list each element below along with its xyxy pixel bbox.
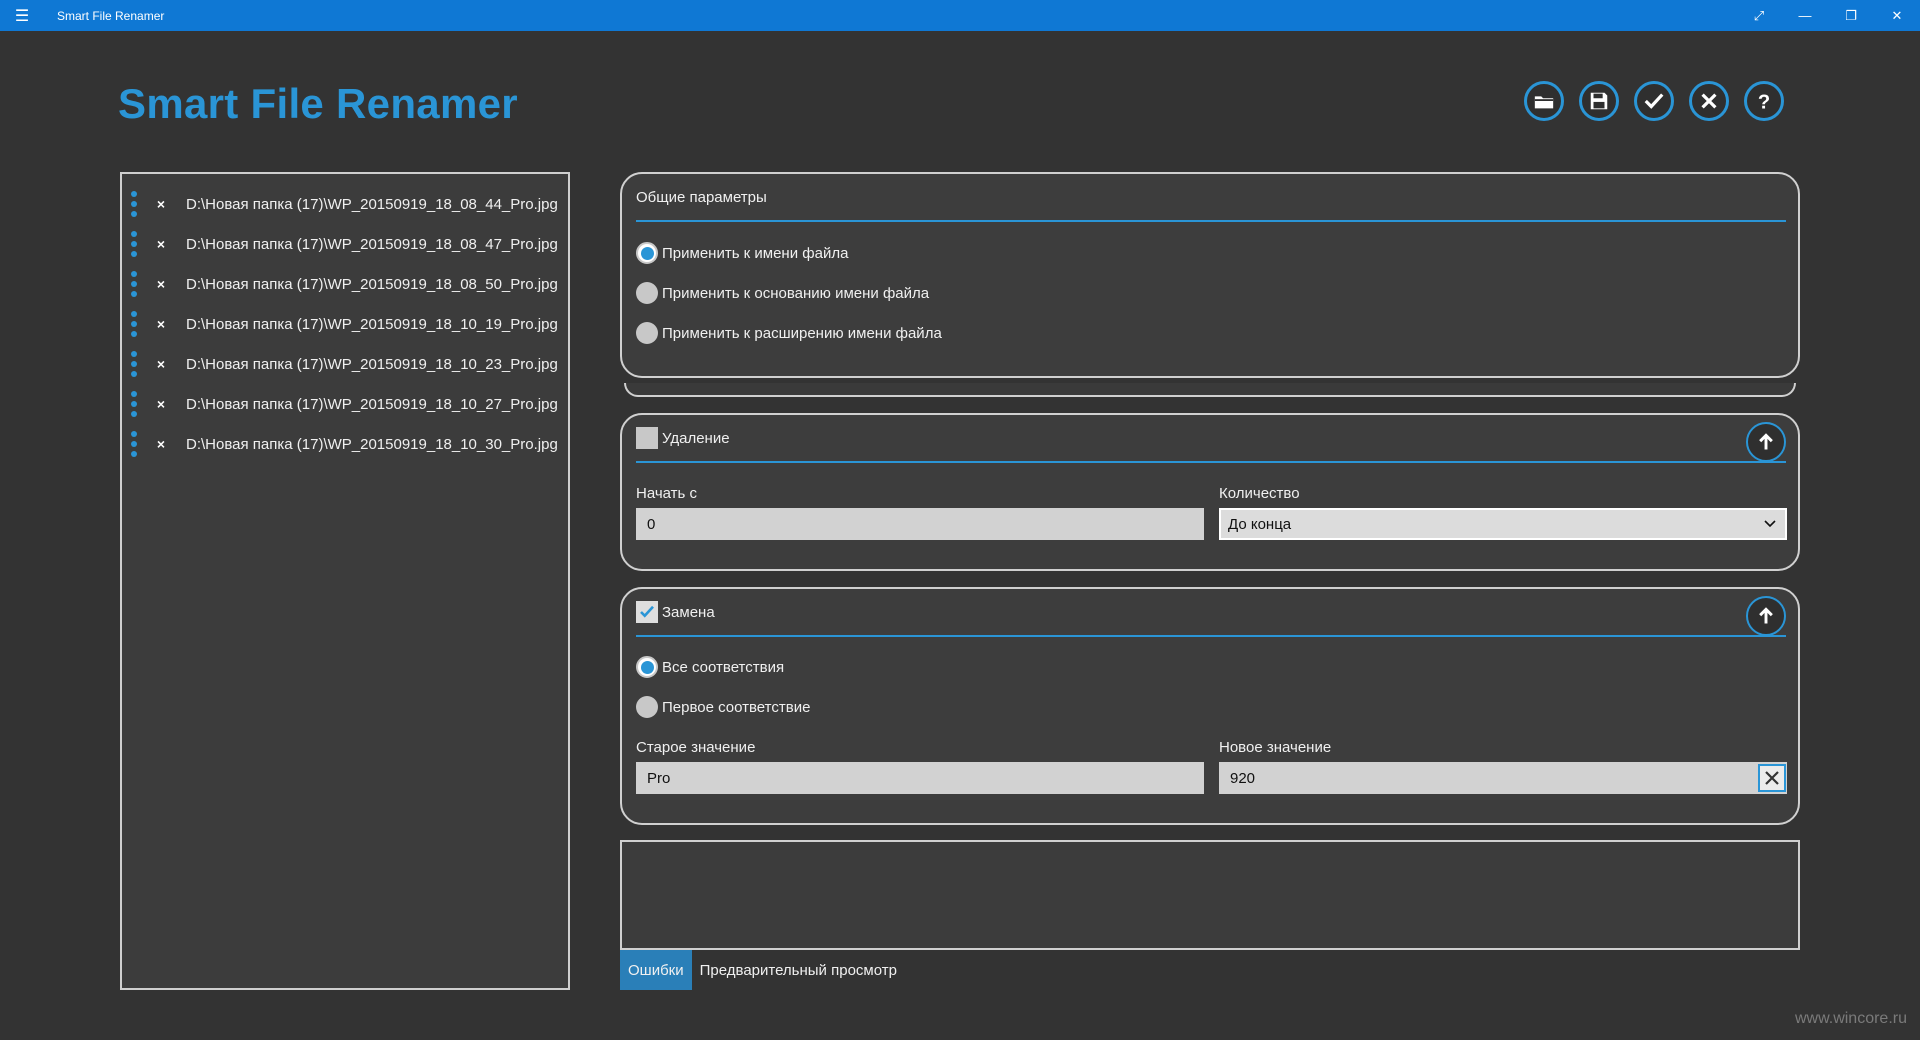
old-value-input[interactable] bbox=[636, 762, 1204, 794]
file-path: D:\Новая папка (17)\WP_20150919_18_08_47… bbox=[186, 235, 558, 253]
list-item[interactable]: × D:\Новая папка (17)\WP_20150919_18_10_1… bbox=[122, 304, 568, 344]
radio-apply-filename[interactable]: Применить к имени файла bbox=[636, 242, 848, 264]
replace-checkbox[interactable] bbox=[636, 601, 658, 623]
minimize-icon[interactable]: — bbox=[1782, 0, 1828, 31]
save-button[interactable] bbox=[1579, 81, 1619, 121]
close-icon[interactable]: ✕ bbox=[1874, 0, 1920, 31]
remove-file-icon[interactable]: × bbox=[154, 356, 168, 372]
move-up-button[interactable] bbox=[1746, 422, 1786, 462]
remove-file-icon[interactable]: × bbox=[154, 276, 168, 292]
watermark: www.wincore.ru bbox=[1794, 1010, 1907, 1027]
restore-icon[interactable]: ❐ bbox=[1828, 0, 1874, 31]
radio-apply-extension[interactable]: Применить к расширению имени файла bbox=[636, 322, 942, 344]
clear-input-button[interactable] bbox=[1758, 764, 1786, 792]
file-path: D:\Новая папка (17)\WP_20150919_18_10_23… bbox=[186, 355, 558, 373]
file-path: D:\Новая папка (17)\WP_20150919_18_08_50… bbox=[186, 275, 558, 293]
help-button[interactable]: ? bbox=[1744, 81, 1784, 121]
hamburger-icon[interactable]: ☰ bbox=[0, 0, 44, 31]
toolbar: ? bbox=[1524, 81, 1784, 121]
folder-icon bbox=[1534, 96, 1554, 109]
file-path: D:\Новая папка (17)\WP_20150919_18_08_44… bbox=[186, 195, 558, 213]
app-title: Smart File Renamer bbox=[118, 80, 518, 127]
start-from-label: Начать с bbox=[636, 485, 698, 502]
replace-panel-title: Замена bbox=[662, 603, 715, 621]
arrow-up-icon bbox=[1759, 433, 1773, 450]
list-item[interactable]: × D:\Новая папка (17)\WP_20150919_18_10_2… bbox=[122, 384, 568, 424]
title-bar: ☰ Smart File Renamer ⤢ — ❐ ✕ bbox=[0, 0, 1920, 31]
replace-panel: Замена Все соответствия Первое соответст… bbox=[620, 587, 1800, 825]
move-up-button[interactable] bbox=[1746, 596, 1786, 636]
radio-all-matches[interactable]: Все соответствия bbox=[636, 656, 784, 678]
replace-panel-header: Замена bbox=[636, 589, 1786, 637]
svg-text:?: ? bbox=[1758, 91, 1770, 112]
drag-handle-icon[interactable] bbox=[131, 311, 137, 337]
count-label: Количество bbox=[1219, 485, 1300, 502]
radio-button[interactable] bbox=[636, 696, 658, 718]
file-path: D:\Новая папка (17)\WP_20150919_18_10_27… bbox=[186, 395, 558, 413]
start-from-input[interactable] bbox=[636, 508, 1204, 540]
drag-handle-icon[interactable] bbox=[131, 191, 137, 217]
general-params-panel: Общие параметры Применить к имени файла … bbox=[620, 172, 1800, 378]
close-icon bbox=[1701, 93, 1717, 109]
cancel-button[interactable] bbox=[1689, 81, 1729, 121]
radio-button[interactable] bbox=[636, 656, 658, 678]
arrow-up-icon bbox=[1759, 607, 1773, 624]
delete-checkbox[interactable] bbox=[636, 427, 658, 449]
fullscreen-icon[interactable]: ⤢ bbox=[1736, 0, 1782, 31]
general-params-title: Общие параметры bbox=[636, 188, 767, 206]
delete-panel: Удаление Начать с Количество До конца bbox=[620, 413, 1800, 571]
old-value-label: Старое значение bbox=[636, 739, 756, 756]
checkmark-icon bbox=[1644, 93, 1664, 109]
new-value-input[interactable] bbox=[1219, 762, 1787, 794]
remove-file-icon[interactable]: × bbox=[154, 436, 168, 452]
drag-handle-icon[interactable] bbox=[131, 271, 137, 297]
drag-handle-icon[interactable] bbox=[131, 431, 137, 457]
file-path: D:\Новая папка (17)\WP_20150919_18_10_19… bbox=[186, 315, 558, 333]
file-path: D:\Новая папка (17)\WP_20150919_18_10_30… bbox=[186, 435, 558, 453]
drag-handle-icon[interactable] bbox=[131, 231, 137, 257]
radio-apply-basename[interactable]: Применить к основанию имени файла bbox=[636, 282, 929, 304]
count-select[interactable]: До конца bbox=[1219, 508, 1787, 540]
file-list[interactable]: × D:\Новая папка (17)\WP_20150919_18_08_4… bbox=[120, 172, 570, 990]
remove-file-icon[interactable]: × bbox=[154, 316, 168, 332]
tab-preview[interactable]: Предварительный просмотр bbox=[692, 950, 905, 990]
general-params-header: Общие параметры bbox=[636, 174, 1786, 222]
delete-panel-header: Удаление bbox=[636, 415, 1786, 463]
list-item[interactable]: × D:\Новая папка (17)\WP_20150919_18_08_5… bbox=[122, 264, 568, 304]
chevron-down-icon bbox=[1764, 520, 1776, 528]
window-title: Smart File Renamer bbox=[57, 8, 165, 23]
list-item[interactable]: × D:\Новая папка (17)\WP_20150919_18_10_2… bbox=[122, 344, 568, 384]
question-icon: ? bbox=[1758, 91, 1770, 112]
remove-file-icon[interactable]: × bbox=[154, 396, 168, 412]
list-item[interactable]: × D:\Новая папка (17)\WP_20150919_18_08_4… bbox=[122, 184, 568, 224]
open-folder-button[interactable] bbox=[1524, 81, 1564, 121]
output-tabs: Ошибки Предварительный просмотр bbox=[620, 950, 905, 990]
radio-first-match[interactable]: Первое соответствие bbox=[636, 696, 810, 718]
radio-button[interactable] bbox=[636, 322, 658, 344]
new-value-label: Новое значение bbox=[1219, 739, 1332, 756]
list-item[interactable]: × D:\Новая папка (17)\WP_20150919_18_08_4… bbox=[122, 224, 568, 264]
radio-button[interactable] bbox=[636, 242, 658, 264]
save-icon bbox=[1590, 92, 1608, 110]
collapsed-panel-strip[interactable] bbox=[624, 383, 1796, 397]
radio-button[interactable] bbox=[636, 282, 658, 304]
checkmark-icon bbox=[640, 605, 654, 618]
output-box bbox=[620, 840, 1800, 950]
drag-handle-icon[interactable] bbox=[131, 351, 137, 377]
remove-file-icon[interactable]: × bbox=[154, 196, 168, 212]
delete-panel-title: Удаление bbox=[662, 429, 730, 447]
tab-errors[interactable]: Ошибки bbox=[620, 950, 692, 990]
list-item[interactable]: × D:\Новая папка (17)\WP_20150919_18_10_3… bbox=[122, 424, 568, 464]
drag-handle-icon[interactable] bbox=[131, 391, 137, 417]
remove-file-icon[interactable]: × bbox=[154, 236, 168, 252]
apply-button[interactable] bbox=[1634, 81, 1674, 121]
close-icon bbox=[1765, 771, 1779, 785]
